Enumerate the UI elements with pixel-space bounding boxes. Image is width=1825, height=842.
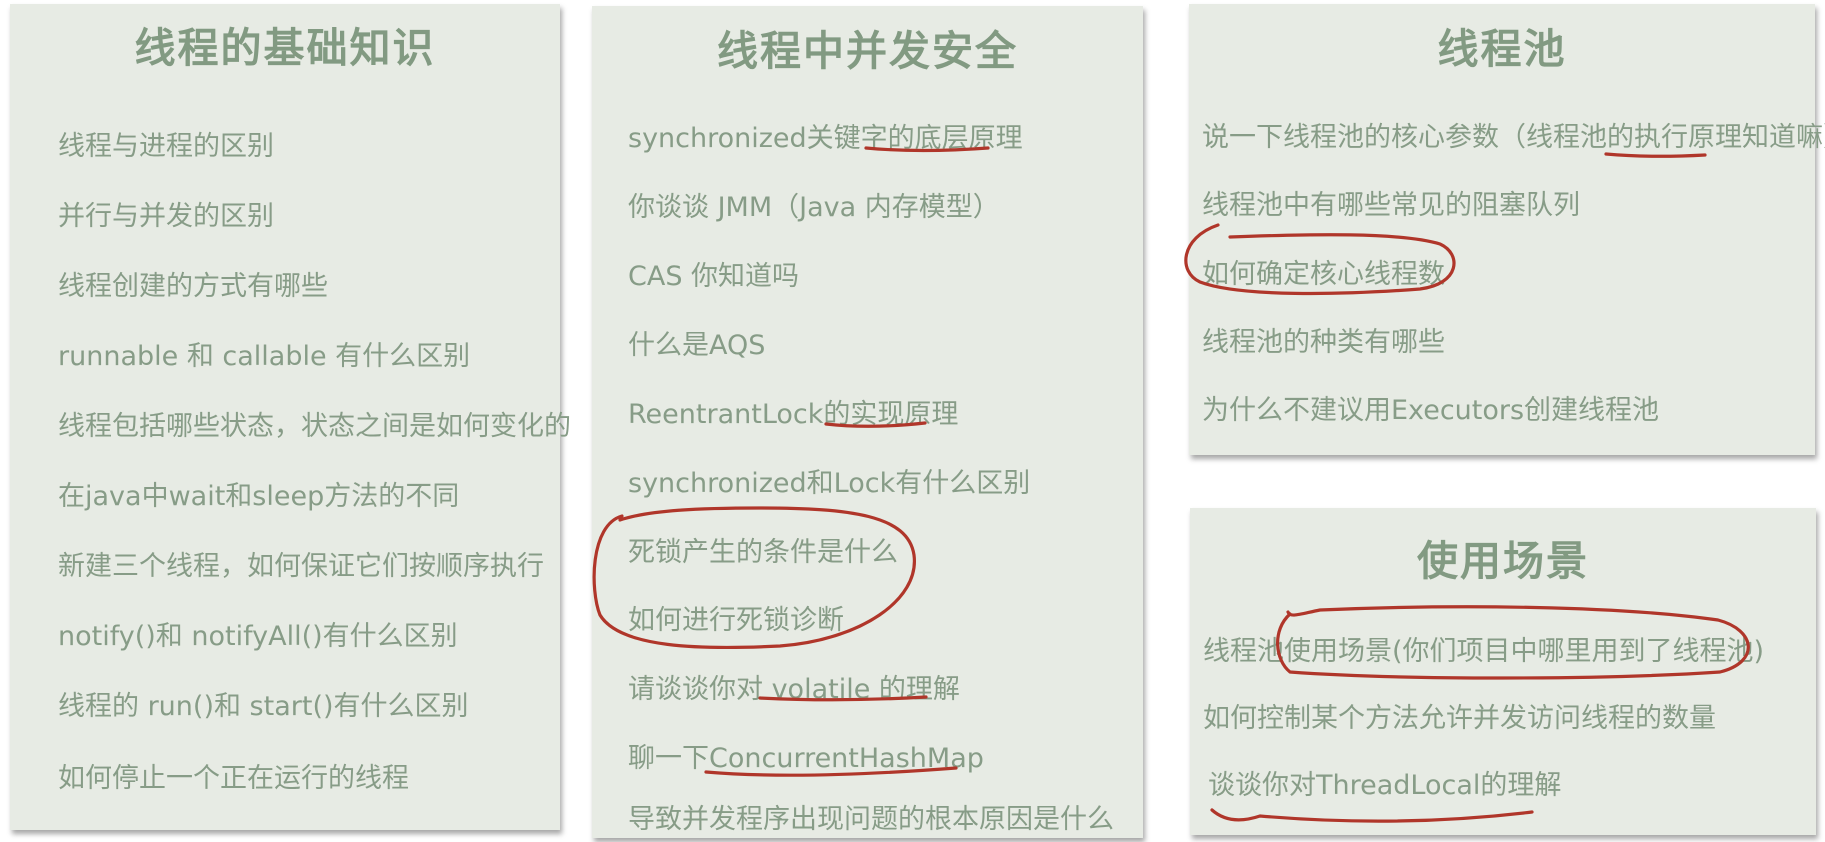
card-thread-pool: 线程池 说一下线程池的核心参数（线程池的执行原理知道嘛） 线程池中有哪些常见的阻… xyxy=(1189,4,1825,455)
topic-item: 线程创建的方式有哪些 xyxy=(58,271,328,302)
topic-item: CAS 你知道吗 xyxy=(628,261,800,292)
topic-item: notify()和 notifyAll()有什么区别 xyxy=(58,621,458,652)
card-title: 线程中并发安全 xyxy=(717,27,1018,75)
card-title: 使用场景 xyxy=(1417,537,1589,585)
topic-item: 谈谈你对ThreadLocal的理解 xyxy=(1208,770,1562,801)
topic-item: ReentrantLock的实现原理 xyxy=(628,399,959,430)
topic-item: 为什么不建议用Executors创建线程池 xyxy=(1202,395,1660,426)
topic-item: 在java中wait和sleep方法的不同 xyxy=(58,481,460,512)
topic-item: 你谈谈 JMM（Java 内存模型） xyxy=(628,192,1000,223)
topic-item: 导致并发程序出现问题的根本原因是什么 xyxy=(628,804,1114,835)
topic-item: 什么是AQS xyxy=(628,330,766,361)
card-use-cases: 使用场景 线程池使用场景(你们项目中哪里用到了线程池) 如何控制某个方法允许并发… xyxy=(1190,508,1816,835)
topic-item: 如何进行死锁诊断 xyxy=(628,605,844,636)
topic-item: 线程池使用场景(你们项目中哪里用到了线程池) xyxy=(1203,636,1765,667)
topic-item: runnable 和 callable 有什么区别 xyxy=(58,341,471,372)
topic-item: 死锁产生的条件是什么 xyxy=(628,537,898,568)
topic-item: 新建三个线程，如何保证它们按顺序执行 xyxy=(58,551,544,582)
topic-item: synchronized关键字的底层原理 xyxy=(628,123,1023,154)
topic-item: 请谈谈你对 volatile 的理解 xyxy=(628,674,960,705)
topic-item: 说一下线程池的核心参数（线程池的执行原理知道嘛） xyxy=(1202,122,1825,153)
mind-map-page: 线程的基础知识 线程与进程的区别 并行与并发的区别 线程创建的方式有哪些 run… xyxy=(0,0,1825,842)
topic-item: 如何确定核心线程数 xyxy=(1202,259,1445,290)
topic-item: 并行与并发的区别 xyxy=(58,201,274,232)
topic-item: synchronized和Lock有什么区别 xyxy=(628,468,1031,499)
topic-item: 线程池的种类有哪些 xyxy=(1202,327,1445,358)
topic-item: 如何控制某个方法允许并发访问线程的数量 xyxy=(1203,703,1716,734)
card-concurrency-safety: 线程中并发安全 synchronized关键字的底层原理 你谈谈 JMM（Jav… xyxy=(592,6,1143,838)
card-title: 线程的基础知识 xyxy=(134,24,436,72)
card-title: 线程池 xyxy=(1437,25,1567,73)
topic-item: 线程包括哪些状态，状态之间是如何变化的 xyxy=(58,411,571,442)
card-thread-basics: 线程的基础知识 线程与进程的区别 并行与并发的区别 线程创建的方式有哪些 run… xyxy=(10,4,571,830)
topic-item: 聊一下ConcurrentHashMap xyxy=(628,743,984,774)
topic-item: 如何停止一个正在运行的线程 xyxy=(58,763,409,794)
topic-item: 线程与进程的区别 xyxy=(58,131,274,162)
topic-item: 线程的 run()和 start()有什么区别 xyxy=(58,691,469,722)
topic-item: 线程池中有哪些常见的阻塞队列 xyxy=(1202,190,1580,221)
